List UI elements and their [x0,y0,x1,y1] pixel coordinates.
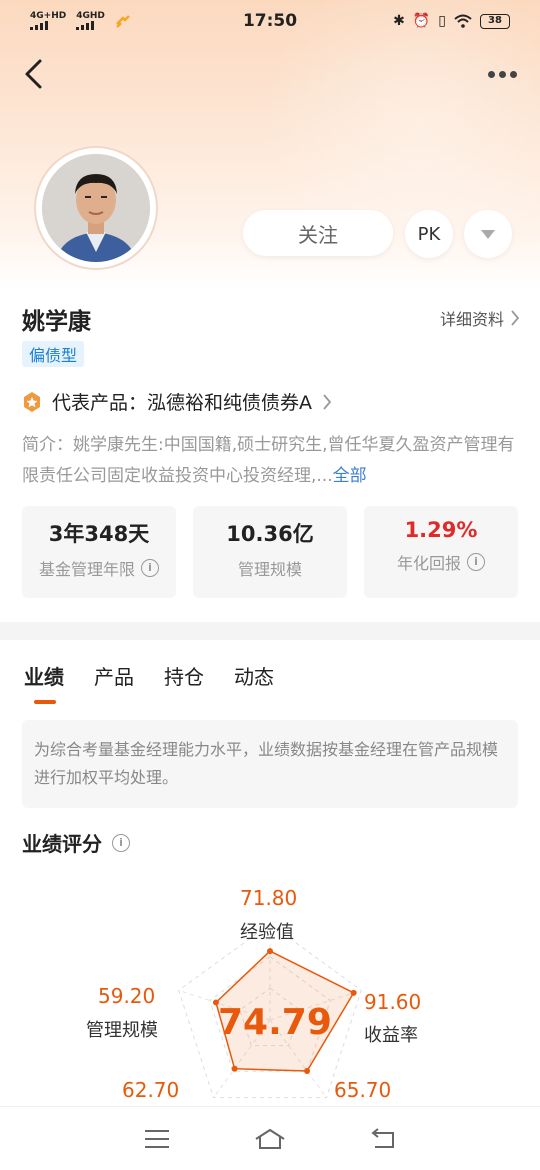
radar-value-experience: 71.80 [240,886,298,910]
triangle-down-icon [481,230,495,239]
alarm-icon: ⏰ [412,13,431,29]
radar-point [267,948,273,955]
tab-performance[interactable]: 业绩 [24,657,64,704]
hd-call-icon [115,15,130,28]
info-icon[interactable]: i [141,559,159,577]
detail-info-link[interactable]: 详细资料 [440,306,520,330]
chevron-left-icon [25,59,42,89]
representative-product-label: 代表产品：泓德裕和纯债债券A [52,392,312,414]
fund-type-tag: 偏债型 [22,341,85,367]
stat-value: 1.29% [404,518,478,542]
home-button[interactable] [250,1124,290,1154]
tab-news[interactable]: 动态 [234,657,274,690]
tab-bar: 业绩 产品 持仓 动态 [0,640,540,706]
stat-label-text: 基金管理年限 [38,560,135,579]
stat-label: 基金管理年限 i [22,556,176,580]
system-indicators: ✱ ⏰ ▯ 38 [393,13,510,29]
stat-value: 3年348天 [48,522,150,546]
system-nav-bar [0,1106,540,1170]
radar-label-scale: 管理规模 [86,1020,158,1041]
network-type-2: 4GHD [76,11,105,21]
dot-icon [487,70,495,78]
signal-2: 4GHD [76,12,105,30]
stat-label: 管理规模 [193,556,347,580]
manager-name: 姚学康 [22,309,91,335]
vibrate-icon: ▯ [438,13,446,29]
representative-product-link[interactable]: 代表产品：泓德裕和纯债债券A [22,388,332,415]
stat-label-text: 年化回报 [396,554,461,573]
signal-1: 4G+HD [30,12,66,30]
signal-bars-icon [76,21,105,30]
radar-total-score: 74.79 [218,1002,332,1043]
wifi-icon [454,14,472,28]
chevron-right-icon [323,393,332,410]
section-divider [0,622,540,640]
dot-icon [498,70,506,78]
tab-holdings[interactable]: 持仓 [164,657,204,690]
back-button[interactable] [18,56,54,92]
home-icon [255,1128,285,1149]
avatar [42,154,150,262]
network-indicators: 4G+HD 4GHD [30,12,131,30]
dropdown-button[interactable] [464,210,512,258]
signal-bars-icon [30,21,66,30]
battery-icon: 38 [480,13,510,29]
score-section-title: 业绩评分 i [22,828,130,857]
menu-button[interactable] [137,1124,177,1154]
back-nav-button[interactable] [363,1124,403,1154]
avatar-frame [36,148,156,268]
info-icon[interactable]: i [467,553,485,571]
stat-card-return: 1.29% 年化回报 i [364,506,518,598]
manager-intro: 简介：姚学康先生:中国国籍,硕士研究生,曾任华夏久盈资产管理有限责任公司固定收益… [22,430,522,492]
stat-label: 年化回报 i [364,550,518,574]
radar-point [231,1065,238,1072]
radar-value-axis4: 62.70 [122,1078,180,1102]
tab-products[interactable]: 产品 [94,657,134,690]
radar-value-axis3: 65.70 [334,1078,392,1102]
pk-button[interactable]: PK [405,210,453,258]
dot-icon [509,70,517,78]
intro-more-link[interactable]: 全部 [333,466,367,486]
score-title-text: 业绩评分 [22,832,102,856]
menu-icon [144,1129,169,1148]
stat-label-text: 管理规模 [237,560,302,579]
intro-text: 简介：姚学康先生:中国国籍,硕士研究生,曾任华夏久盈资产管理有限责任公司固定收益… [22,435,515,486]
more-options-button[interactable] [484,62,520,86]
medal-icon [24,391,40,412]
radar-point [304,1068,311,1075]
return-icon [371,1127,395,1148]
radar-value-scale: 59.20 [98,984,156,1008]
chevron-right-icon [511,310,520,326]
performance-notice: 为综合考量基金经理能力水平，业绩数据按基金经理在管产品规模进行加权平均处理。 [22,720,518,808]
radar-point [350,989,357,996]
detail-info-label: 详细资料 [439,310,504,329]
radar-label-return: 收益率 [364,1025,418,1046]
stat-card-scale: 10.36亿 管理规模 [193,506,347,598]
info-icon[interactable]: i [112,833,130,852]
stat-card-tenure: 3年348天 基金管理年限 i [22,506,176,598]
follow-button[interactable]: 关注 [243,210,393,256]
manager-photo-icon [42,154,150,262]
radar-value-return: 91.60 [364,990,422,1014]
status-bar: 4G+HD 4GHD 17:50 ✱ ⏰ ▯ 38 [0,0,540,42]
radar-label-experience: 经验值 [240,922,294,943]
network-type-1: 4G+HD [30,11,67,21]
bluetooth-icon: ✱ [393,13,405,29]
stat-value: 10.36亿 [226,522,314,546]
